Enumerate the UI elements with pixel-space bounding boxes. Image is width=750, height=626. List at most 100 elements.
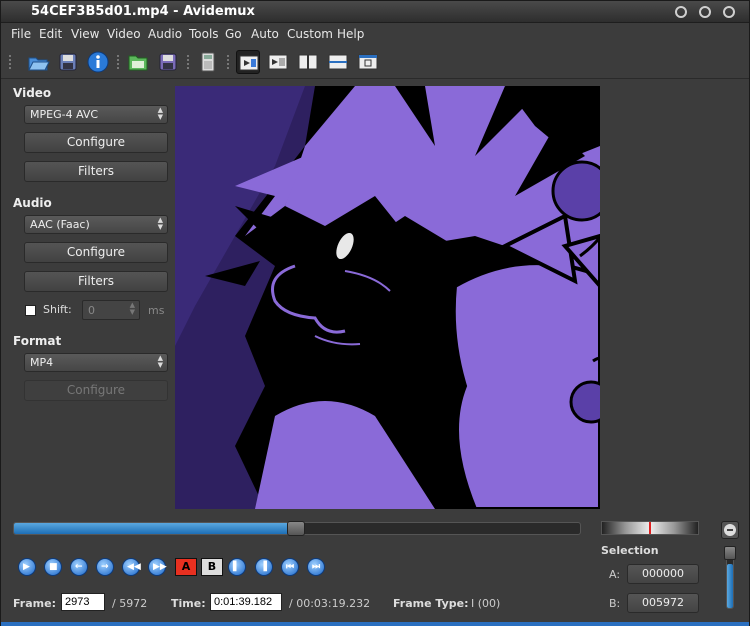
next-black-frame-button[interactable]: ⏭ (307, 558, 325, 576)
seek-handle[interactable] (287, 521, 305, 536)
video-codec-select[interactable]: MPEG-4 AVC ▲ ▼ (24, 105, 168, 124)
play-button[interactable]: ▶ (18, 558, 36, 576)
format-value: MP4 (30, 356, 54, 369)
open-folder-icon[interactable] (26, 50, 50, 74)
rewind-icon: ◀◀ (127, 562, 141, 572)
frame-label: Frame: (13, 597, 56, 610)
stop-icon: ■ (49, 562, 58, 572)
window-view-icon[interactable] (356, 50, 380, 74)
audio-configure-button[interactable]: Configure (24, 242, 168, 263)
play-icon: ▶ (23, 562, 30, 572)
volume-slider[interactable] (724, 546, 736, 609)
preview-frame-image (175, 86, 600, 509)
toolbar-grip (227, 55, 231, 69)
toolbar (1, 45, 749, 79)
output-preview-icon[interactable] (266, 50, 290, 74)
title-bar: 54CEF3B5d01.mp4 - Avidemux (1, 1, 749, 23)
selection-a-label: A: (609, 568, 621, 581)
next-frame-button[interactable]: → (96, 558, 114, 576)
menu-edit[interactable]: Edit (39, 27, 62, 41)
menu-view[interactable]: View (71, 27, 99, 41)
toolbar-grip (187, 55, 191, 69)
audio-section-label: Audio (13, 196, 52, 210)
selection-a-button[interactable]: 000000 (627, 564, 699, 584)
seek-progress (14, 523, 296, 534)
frame-input[interactable] (61, 593, 105, 611)
calculator-icon[interactable] (196, 50, 220, 74)
menu-custom[interactable]: Custom (287, 27, 333, 41)
time-total: / 00:03:19.232 (289, 597, 371, 610)
open-video-icon[interactable] (126, 50, 150, 74)
set-marker-a-button[interactable]: A (175, 558, 197, 576)
video-preview (175, 86, 600, 509)
minimize-button[interactable] (675, 6, 687, 18)
arrow-right-icon: → (101, 562, 109, 572)
previous-frame-button[interactable]: ← (70, 558, 88, 576)
menu-bar: File Edit View Video Audio Tools Go Auto… (1, 24, 749, 44)
marker-b-icon: ▐ (260, 562, 267, 572)
goto-marker-b-button[interactable]: ▐ (255, 558, 273, 576)
previous-keyframe-button[interactable]: ◀◀ (122, 558, 141, 576)
next-keyframe-button[interactable]: ▶▶ (148, 558, 167, 576)
stop-button[interactable]: ■ (44, 558, 62, 576)
seek-slider[interactable] (13, 521, 581, 536)
set-marker-b-button[interactable]: B (201, 558, 223, 576)
frame-type-value: I (00) (471, 597, 501, 610)
format-configure-button[interactable]: Configure (24, 380, 168, 401)
menu-audio[interactable]: Audio (148, 27, 182, 41)
time-label: Time: (171, 597, 206, 610)
close-button[interactable] (723, 6, 735, 18)
shift-checkbox[interactable] (25, 305, 36, 316)
menu-file[interactable]: File (11, 27, 31, 41)
time-input[interactable] (210, 593, 282, 611)
previous-black-frame-button[interactable]: ⏮ (281, 558, 299, 576)
volume-level (727, 564, 733, 608)
toolbar-grip (117, 55, 121, 69)
skip-back-icon: ⏮ (286, 562, 295, 572)
side-by-side-icon[interactable] (296, 50, 320, 74)
frame-total: / 5972 (112, 597, 148, 610)
spin-arrows-icon: ▲ ▼ (157, 216, 163, 231)
volume-handle[interactable] (724, 546, 736, 560)
arrow-left-icon: ← (75, 562, 83, 572)
top-bottom-icon[interactable] (326, 50, 350, 74)
audio-filters-button[interactable]: Filters (24, 271, 168, 292)
toolbar-grip (9, 55, 13, 69)
window-title: 54CEF3B5d01.mp4 - Avidemux (31, 4, 255, 19)
shift-unit-label: ms (148, 304, 165, 317)
menu-help[interactable]: Help (337, 27, 364, 41)
video-codec-value: MPEG-4 AVC (30, 108, 99, 121)
selection-b-label: B: (609, 597, 621, 610)
save-icon[interactable] (56, 50, 80, 74)
volume-mute-button[interactable] (721, 521, 739, 539)
video-filters-button[interactable]: Filters (24, 161, 168, 182)
audio-codec-value: AAC (Faac) (30, 218, 90, 231)
shift-spinbox[interactable]: 0 ▲ ▼ (82, 300, 140, 320)
spin-arrows-icon: ▲ ▼ (157, 106, 163, 121)
video-configure-button[interactable]: Configure (24, 132, 168, 153)
format-select[interactable]: MP4 ▲ ▼ (24, 353, 168, 372)
menu-video[interactable]: Video (107, 27, 141, 41)
save-video-icon[interactable] (156, 50, 180, 74)
window-bottom-edge (1, 622, 749, 626)
app-window: 54CEF3B5d01.mp4 - Avidemux File Edit Vie… (0, 0, 750, 626)
spin-arrows-icon: ▲ ▼ (157, 354, 163, 369)
format-section-label: Format (13, 334, 62, 348)
fast-forward-icon: ▶▶ (153, 562, 167, 572)
selection-label: Selection (601, 544, 659, 557)
input-preview-icon[interactable] (236, 50, 260, 74)
menu-go[interactable]: Go (225, 27, 242, 41)
skip-forward-icon: ⏭ (312, 562, 321, 572)
shift-label: Shift: (43, 303, 72, 316)
audio-codec-select[interactable]: AAC (Faac) ▲ ▼ (24, 215, 168, 234)
selection-b-button[interactable]: 005972 (627, 593, 699, 613)
shift-value: 0 (88, 304, 95, 317)
spin-arrows-icon: ▲ ▼ (129, 301, 135, 316)
marker-a-icon: ▌ (233, 562, 240, 572)
menu-tools[interactable]: Tools (189, 27, 219, 41)
maximize-button[interactable] (699, 6, 711, 18)
goto-marker-a-button[interactable]: ▌ (228, 558, 246, 576)
menu-auto[interactable]: Auto (251, 27, 279, 41)
info-icon[interactable] (86, 50, 110, 74)
speaker-icon (724, 524, 736, 536)
